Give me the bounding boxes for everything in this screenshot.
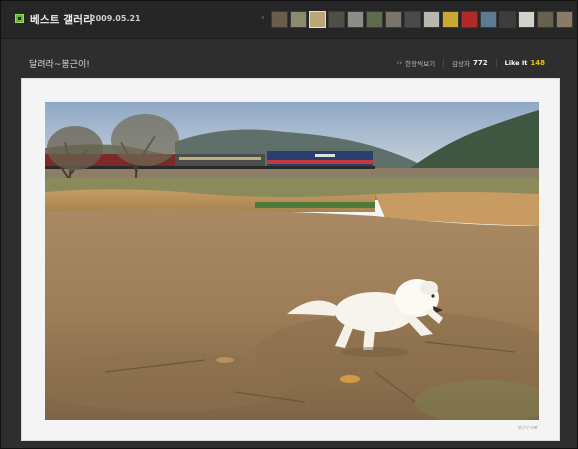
thumbnail-1[interactable] — [271, 11, 288, 28]
gallery-date: 2009.05.21 — [90, 14, 141, 23]
like-count: 148 — [530, 59, 545, 67]
thumbnail-12[interactable] — [480, 11, 497, 28]
thumbnail-13[interactable] — [499, 11, 516, 28]
fullscreen-icon[interactable]: ‹› — [397, 59, 403, 67]
thumbnail-6[interactable] — [366, 11, 383, 28]
thumbnail-2[interactable] — [290, 11, 307, 28]
meta-divider — [443, 59, 445, 67]
post-header: 달려라~봉근이! ‹› 한장씩보기 감상자 772 Like It 148 — [1, 40, 577, 77]
thumbnail-10[interactable] — [442, 11, 459, 28]
thumbnail-9[interactable] — [423, 11, 440, 28]
thumbnail-7[interactable] — [385, 11, 402, 28]
post-title: 달려라~봉근이! — [29, 60, 90, 70]
top-bar: 베스트 갤러리 2009.05.21 ‹ — [1, 1, 577, 39]
like-button[interactable]: Like It — [505, 59, 528, 67]
photographer-signature: 봉근이 아빠 — [517, 425, 537, 430]
gallery-window: 베스트 갤러리 2009.05.21 ‹ 달려라~봉근이! ‹› 한장씩보기 감… — [0, 0, 578, 449]
thumbnail-14[interactable] — [518, 11, 535, 28]
meta-divider — [495, 59, 497, 67]
thumbnail-11[interactable] — [461, 11, 478, 28]
fullscreen-link[interactable]: 한장씩보기 — [405, 58, 435, 68]
main-photo[interactable] — [45, 102, 539, 420]
thumbnail-16[interactable] — [556, 11, 573, 28]
views-count: 772 — [473, 59, 488, 67]
thumbnail-strip — [271, 11, 573, 28]
views-label: 감상자 — [452, 60, 471, 68]
thumbnail-4[interactable] — [328, 11, 345, 28]
gallery-logo-icon — [15, 14, 24, 23]
thumbnail-5[interactable] — [347, 11, 364, 28]
thumbnail-15[interactable] — [537, 11, 554, 28]
photo-card: 봉근이 아빠 — [21, 78, 560, 441]
thumbnail-prev-arrow-icon[interactable]: ‹ — [261, 13, 265, 23]
post-meta: ‹› 한장씩보기 감상자 772 Like It 148 — [397, 58, 545, 68]
thumbnail-8[interactable] — [404, 11, 421, 28]
gallery-title[interactable]: 베스트 갤러리 — [30, 12, 93, 27]
thumbnail-3[interactable] — [309, 11, 326, 28]
